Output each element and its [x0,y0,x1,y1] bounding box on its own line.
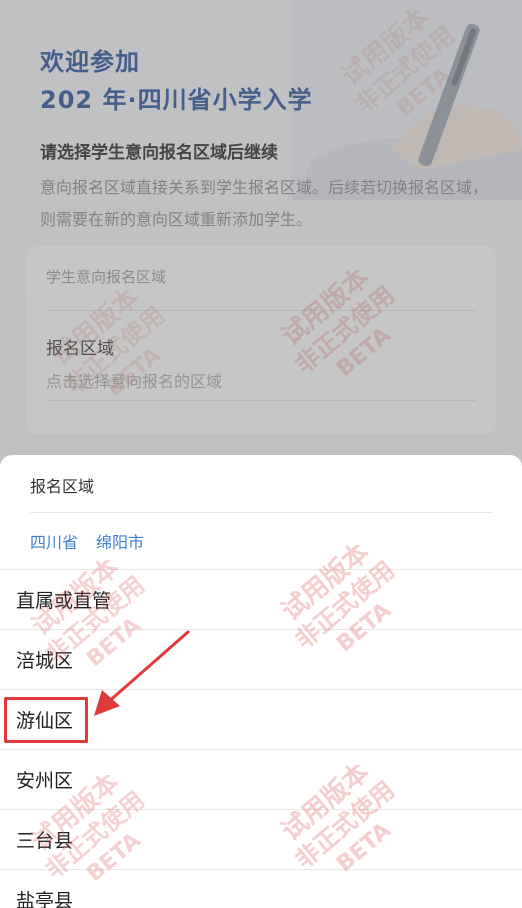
region-option[interactable]: 盐亭县 [0,870,522,908]
sheet-title: 报名区域 [30,477,95,496]
annotation-arrow-icon [94,630,190,716]
region-picker-sheet: 报名区域 四川省 绵阳市 直属或直管 涪城区 游仙区 安州区 三台县 盐亭县 [0,455,522,908]
region-option[interactable]: 三台县 [0,810,522,870]
region-option[interactable]: 涪城区 [0,630,522,690]
breadcrumb: 四川省 绵阳市 [30,529,144,553]
annotation-highlight-box [4,697,88,743]
divider [30,512,492,513]
region-option[interactable]: 直属或直管 [0,570,522,630]
breadcrumb-province[interactable]: 四川省 [30,529,78,553]
breadcrumb-city[interactable]: 绵阳市 [96,529,144,553]
region-option[interactable]: 安州区 [0,750,522,810]
